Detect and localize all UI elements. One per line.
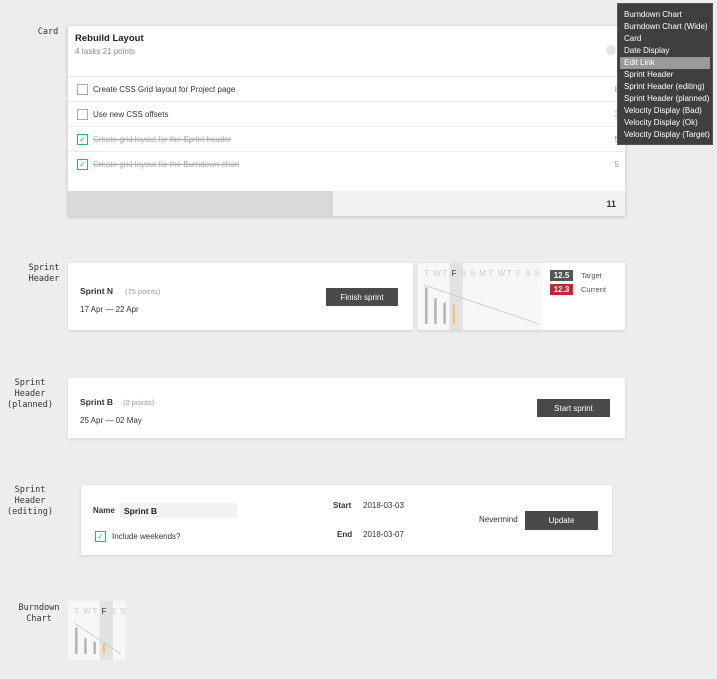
task-name: Create CSS Grid layout for Project page [93,84,236,94]
burndown-chart: TWTFSS [68,601,125,660]
sprint-name-input[interactable] [120,503,237,518]
label-sprint-header-planned: Sprint Header (planned) [6,378,54,410]
progress-bar [68,191,334,216]
velocity-panel: TWTFSSMTWTFSS 12.5 Target 12.3 Current [418,263,625,330]
day-tick-label: T [488,269,493,278]
target-velocity-label: Target [581,271,602,280]
day-tick-label: T [92,607,97,616]
menu-item[interactable]: Velocity Display (Ok) [620,117,710,129]
label-burndown-chart: Burndown Chart [18,603,60,624]
menu-item[interactable]: Sprint Header (editing) [620,81,710,93]
include-weekends-label: Include weekends? [112,532,181,541]
label-sprint-header-editing: Sprint Header (editing) [6,485,54,517]
end-label: End [337,530,353,539]
end-date-value[interactable]: 2018-03-07 [363,530,404,539]
menu-item[interactable]: Burndown Chart [620,9,710,21]
nevermind-link[interactable]: Nevermind [479,515,518,524]
menu-item[interactable]: Velocity Display (Bad) [620,105,710,117]
day-tick-label: S [461,269,466,278]
burndown-bar [93,641,96,654]
start-label: Start [333,501,352,510]
day-tick-label: M [479,269,486,278]
day-tick-label: S [111,607,116,616]
menu-item[interactable]: Card [620,33,710,45]
sprint-name: Sprint N [80,286,114,296]
target-velocity-value: 12.5 [550,270,573,281]
day-tick-label: S [525,269,530,278]
current-velocity-value: 12.3 [550,284,573,295]
burndown-bar [425,287,428,324]
day-tick-label: F [102,607,107,616]
sprint-points: (0 points) [123,398,155,407]
task-name: Use new CSS offsets [93,109,169,119]
day-tick-label: F [516,269,521,278]
menu-item[interactable]: Burndown Chart (Wide) [620,21,710,33]
burndown-bar [102,643,106,654]
day-tick-label: T [74,607,79,616]
start-date-value[interactable]: 2018-03-03 [363,501,404,510]
task-row[interactable]: Create CSS Grid layout for Project page … [68,77,625,102]
task-checkbox-checked[interactable]: ✓ [77,158,88,170]
sprint-points: (75 points) [125,287,161,296]
task-checkbox-checked[interactable]: ✓ [77,133,88,145]
task-row[interactable]: Use new CSS offsets 3 [68,102,625,127]
sprint-header-editing-panel: Name ✓ Include weekends? Start 2018-03-0… [81,485,612,555]
name-label: Name [93,506,115,515]
day-tick-label: T [507,269,512,278]
task-row[interactable]: ✓ Create grid layout for the Burndown ch… [68,152,625,176]
burndown-bar [452,304,456,324]
task-name: Create grid layout for the Burndown char… [93,159,240,169]
component-menu[interactable]: Burndown Chart Burndown Chart (Wide) Card D… [617,3,713,145]
sprint-dates: 17 Apr — 22 Apr [80,305,139,314]
task-checkbox[interactable] [77,108,88,120]
burndown-bar [434,298,437,324]
card-meta: 4 tasks 21 points [75,47,136,56]
start-sprint-button[interactable]: Start sprint [537,399,610,417]
day-tick-label: W [498,269,506,278]
menu-item[interactable]: Sprint Header [620,69,710,81]
day-tick-label: T [442,269,447,278]
update-button[interactable]: Update [525,511,598,530]
task-row[interactable]: ✓ Create grid layout for the Sprint head… [68,127,625,152]
burndown-bar [84,638,87,654]
menu-item[interactable]: Sprint Header (planned) [620,93,710,105]
sprint-dates: 25 Apr — 02 May [80,416,142,425]
burndown-bar [443,302,446,324]
burndown-chart-wide: TWTFSSMTWTFSS [418,263,543,330]
day-tick-label: W [83,607,91,616]
day-tick-label: S [534,269,539,278]
day-tick-label: W [433,269,441,278]
sprint-header-panel: Sprint N (75 points) 17 Apr — 22 Apr Fin… [68,263,413,330]
current-velocity-label: Current [581,285,607,294]
menu-item[interactable]: Edit Link [620,57,710,69]
menu-item[interactable]: Date Display [620,45,710,57]
sprint-header-planned-panel: Sprint B (0 points) 25 Apr — 02 May Star… [68,378,625,438]
burndown-bar [75,627,78,654]
card-title: Rebuild Layout [75,33,144,44]
menu-item[interactable]: Velocity Display (Target) [620,129,710,141]
day-tick-label: T [424,269,429,278]
card-menu-icon[interactable] [606,45,616,55]
day-tick-label: S [470,269,475,278]
label-sprint-header: Sprint Header [28,263,60,284]
task-checkbox[interactable] [77,83,88,95]
task-points: 5 [614,159,619,169]
card-progress-footer: 11 [68,191,625,216]
sprint-name: Sprint B [80,397,114,407]
finish-sprint-button[interactable]: Finish sprint [326,288,398,306]
day-tick-label: S [120,607,125,616]
remaining-points: 11 [606,199,616,209]
include-weekends-checkbox[interactable]: ✓ [95,531,106,542]
day-tick-label: F [452,269,457,278]
story-card[interactable]: Rebuild Layout 4 tasks 21 points Create … [68,26,625,216]
task-name: Create grid layout for the Sprint header [93,134,232,144]
